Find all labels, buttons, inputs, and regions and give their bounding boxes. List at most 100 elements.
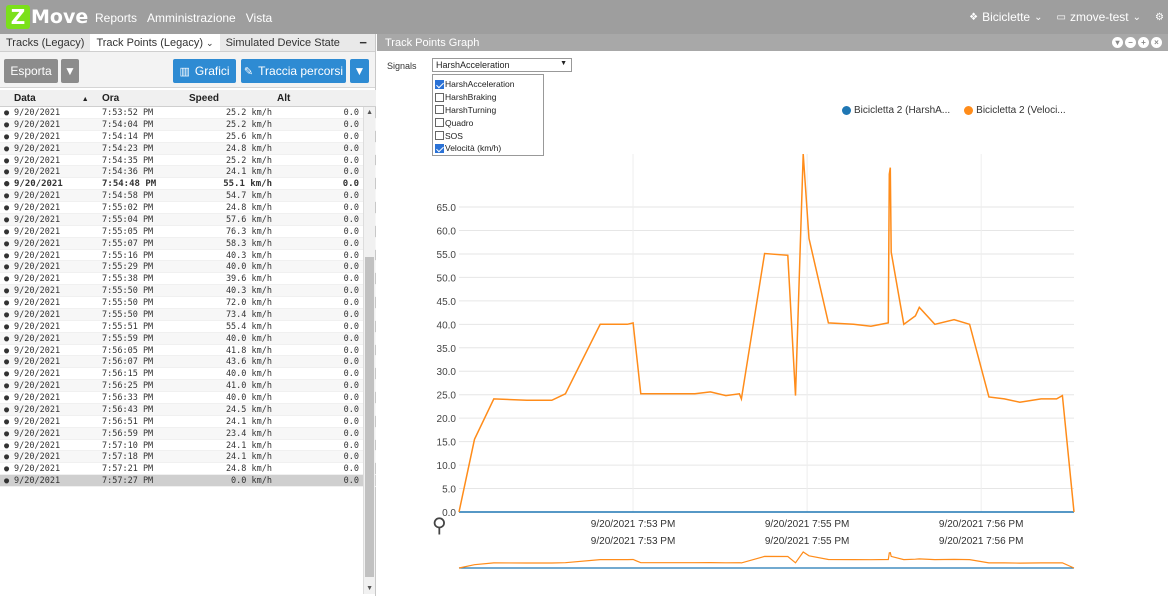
tab-track-points-legacy[interactable]: Track Points (Legacy) ⌄ bbox=[90, 34, 220, 51]
x-tick-label: 9/20/2021 7:53 PM bbox=[591, 519, 676, 530]
checkbox-icon[interactable] bbox=[435, 105, 444, 115]
table-row[interactable]: ● 9/20/2021 7:55:50 PM 72.0 km/h 0.0 bbox=[0, 297, 376, 309]
row-marker-icon: ● bbox=[4, 404, 10, 415]
signal-option-label: HarshAcceleration bbox=[445, 79, 515, 90]
group-label: Biciclette bbox=[982, 10, 1031, 24]
col-header-data[interactable]: Data ▲ bbox=[14, 93, 89, 104]
scroll-thumb[interactable] bbox=[365, 257, 374, 577]
table-row[interactable]: ● 9/20/2021 7:57:27 PM 0.0 km/h 0.0 bbox=[0, 475, 376, 487]
minimize-icon[interactable]: − bbox=[1125, 37, 1136, 48]
table-row[interactable]: ● 9/20/2021 7:55:05 PM 76.3 km/h 0.0 bbox=[0, 226, 376, 238]
checkbox-icon[interactable] bbox=[435, 131, 444, 141]
cell-alt: 0.0 bbox=[343, 452, 359, 463]
trace-dropdown-button[interactable]: ▼ bbox=[350, 59, 369, 83]
signal-option[interactable]: HarshBraking bbox=[433, 91, 543, 104]
table-row[interactable]: ● 9/20/2021 7:56:07 PM 43.6 km/h 0.0 bbox=[0, 356, 376, 369]
settings-button[interactable]: ⚙ bbox=[1155, 12, 1164, 23]
collapse-icon[interactable]: ▾ bbox=[1112, 37, 1123, 48]
cell-alt: 0.0 bbox=[343, 393, 359, 403]
table-row[interactable]: ● 9/20/2021 7:55:04 PM 57.6 km/h 0.0 bbox=[0, 213, 376, 226]
table-row[interactable]: ● 9/20/2021 7:54:58 PM 54.7 km/h 0.0 bbox=[0, 190, 376, 202]
cell-speed: 40.0 km/h bbox=[225, 333, 272, 344]
cell-data: 9/20/2021 bbox=[14, 214, 61, 225]
table-row[interactable]: ● 9/20/2021 7:54:04 PM 25.2 km/h 0.0 bbox=[0, 118, 376, 131]
account-selector[interactable]: ▭ zmove-test ⌄ bbox=[1057, 10, 1142, 24]
table-row[interactable]: ● 9/20/2021 7:56:25 PM 41.0 km/h 0.0 bbox=[0, 380, 376, 392]
col-header-speed[interactable]: Speed bbox=[189, 93, 219, 104]
table-row[interactable]: ● 9/20/2021 7:56:05 PM 41.8 km/h 0.0 bbox=[0, 345, 376, 357]
table-row[interactable]: ● 9/20/2021 7:55:16 PM 40.3 km/h 0.0 bbox=[0, 250, 376, 262]
col-header-alt[interactable]: Alt bbox=[277, 93, 290, 104]
row-marker-icon: ● bbox=[4, 250, 10, 261]
scroll-up-icon[interactable]: ▲ bbox=[366, 109, 373, 116]
checkbox-checked-icon[interactable] bbox=[435, 143, 444, 153]
row-marker-icon: ● bbox=[4, 214, 10, 225]
menu-amministrazione[interactable]: Amministrazione bbox=[147, 11, 236, 25]
cell-speed: 24.1 km/h bbox=[225, 416, 272, 427]
checkbox-icon[interactable] bbox=[435, 118, 444, 128]
col-header-ora[interactable]: Ora bbox=[102, 93, 119, 104]
table-row[interactable]: ● 9/20/2021 7:55:02 PM 24.8 km/h 0.0 bbox=[0, 202, 376, 214]
cell-alt: 0.0 bbox=[343, 298, 359, 308]
grid-scrollbar[interactable]: ▲ ▼ bbox=[363, 107, 375, 594]
signal-option[interactable]: Quadro bbox=[433, 116, 543, 129]
table-row[interactable]: ● 9/20/2021 7:57:18 PM 24.1 km/h 0.0 bbox=[0, 451, 376, 464]
scroll-down-icon[interactable]: ▼ bbox=[366, 585, 373, 592]
table-row[interactable]: ● 9/20/2021 7:55:59 PM 40.0 km/h 0.0 bbox=[0, 332, 376, 345]
row-marker-icon: ● bbox=[4, 191, 10, 202]
signal-option[interactable]: HarshTurning bbox=[433, 104, 543, 117]
chevron-down-icon[interactable]: ⌄ bbox=[206, 38, 214, 48]
signal-option[interactable]: SOS bbox=[433, 129, 543, 142]
close-icon[interactable]: × bbox=[1151, 37, 1162, 48]
tab-simulated-device-state[interactable]: Simulated Device State bbox=[220, 34, 346, 51]
charts-button[interactable]: ▥ Grafici bbox=[173, 59, 236, 83]
zmove-logo[interactable]: Z Move bbox=[6, 2, 88, 32]
table-row[interactable]: ● 9/20/2021 7:55:29 PM 40.0 km/h 0.0 bbox=[0, 261, 376, 274]
table-row[interactable]: ● 9/20/2021 7:54:36 PM 24.1 km/h 0.0 bbox=[0, 166, 376, 179]
cell-data: 9/20/2021 bbox=[14, 191, 61, 202]
account-icon: ▭ bbox=[1056, 11, 1066, 23]
table-row[interactable]: ● 9/20/2021 7:54:35 PM 25.2 km/h 0.0 bbox=[0, 155, 376, 167]
checkbox-checked-icon[interactable] bbox=[435, 79, 444, 89]
cell-alt: 0.0 bbox=[343, 333, 359, 344]
group-selector[interactable]: ❖ Biciclette ⌄ bbox=[969, 10, 1042, 24]
trace-routes-button[interactable]: ✎ Traccia percorsi bbox=[241, 59, 346, 83]
table-row[interactable]: ● 9/20/2021 7:55:50 PM 40.3 km/h 0.0 bbox=[0, 285, 376, 297]
minimize-icon[interactable]: − bbox=[359, 35, 367, 50]
menu-vista[interactable]: Vista bbox=[246, 11, 272, 25]
table-row[interactable]: ● 9/20/2021 7:54:14 PM 25.6 km/h 0.0 bbox=[0, 131, 376, 143]
table-row[interactable]: ● 9/20/2021 7:56:51 PM 24.1 km/h 0.0 bbox=[0, 416, 376, 428]
table-row[interactable]: ● 9/20/2021 7:54:23 PM 24.8 km/h 0.0 bbox=[0, 142, 376, 155]
series-line-speed bbox=[458, 153, 1075, 513]
table-row[interactable]: ● 9/20/2021 7:55:07 PM 58.3 km/h 0.0 bbox=[0, 237, 376, 250]
cell-data: 9/20/2021 bbox=[14, 179, 63, 190]
row-marker-icon: ● bbox=[4, 452, 10, 463]
table-row[interactable]: ● 9/20/2021 7:55:50 PM 73.4 km/h 0.0 bbox=[0, 308, 376, 321]
cell-alt: 0.0 bbox=[343, 262, 359, 273]
expand-icon[interactable]: + bbox=[1138, 37, 1149, 48]
cell-data: 9/20/2021 bbox=[14, 309, 61, 320]
row-marker-icon: ● bbox=[4, 321, 10, 332]
track-points-chart[interactable]: 0.05.010.015.020.025.030.035.040.045.050… bbox=[377, 94, 1168, 574]
table-row[interactable]: ● 9/20/2021 7:55:38 PM 39.6 km/h 0.0 bbox=[0, 273, 376, 286]
table-row[interactable]: ● 9/20/2021 7:56:43 PM 24.5 km/h 0.0 bbox=[0, 403, 376, 416]
export-dropdown-button[interactable]: ▼ bbox=[61, 59, 79, 83]
checkbox-icon[interactable] bbox=[435, 92, 444, 102]
export-button[interactable]: Esporta bbox=[4, 59, 58, 83]
table-row[interactable]: ● 9/20/2021 7:57:21 PM 24.8 km/h 0.0 bbox=[0, 463, 376, 476]
table-row[interactable]: ● 9/20/2021 7:56:33 PM 40.0 km/h 0.0 bbox=[0, 392, 376, 404]
signal-option[interactable]: HarshAcceleration bbox=[433, 78, 543, 91]
table-row[interactable]: ● 9/20/2021 7:55:51 PM 55.4 km/h 0.0 bbox=[0, 321, 376, 333]
table-row[interactable]: ● 9/20/2021 7:54:48 PM 55.1 km/h 0.0 bbox=[0, 178, 376, 191]
table-row[interactable]: ● 9/20/2021 7:53:52 PM 25.2 km/h 0.0 bbox=[0, 107, 376, 119]
signal-option[interactable]: Velocità (km/h) bbox=[433, 142, 543, 155]
table-row[interactable]: ● 9/20/2021 7:56:15 PM 40.0 km/h 0.0 bbox=[0, 368, 376, 381]
tab-tracks-legacy[interactable]: Tracks (Legacy) bbox=[0, 34, 90, 51]
cell-ora: 7:56:05 PM bbox=[102, 345, 154, 356]
table-row[interactable]: ● 9/20/2021 7:57:10 PM 24.1 km/h 0.0 bbox=[0, 440, 376, 452]
signals-select[interactable]: HarshAcceleration ▼ bbox=[432, 58, 572, 72]
table-row[interactable]: ● 9/20/2021 7:56:59 PM 23.4 km/h 0.0 bbox=[0, 427, 376, 440]
menu-reports[interactable]: Reports bbox=[95, 11, 137, 25]
zoom-magnifier-icon[interactable]: ⚲ bbox=[432, 513, 447, 538]
account-label: zmove-test bbox=[1069, 10, 1129, 24]
